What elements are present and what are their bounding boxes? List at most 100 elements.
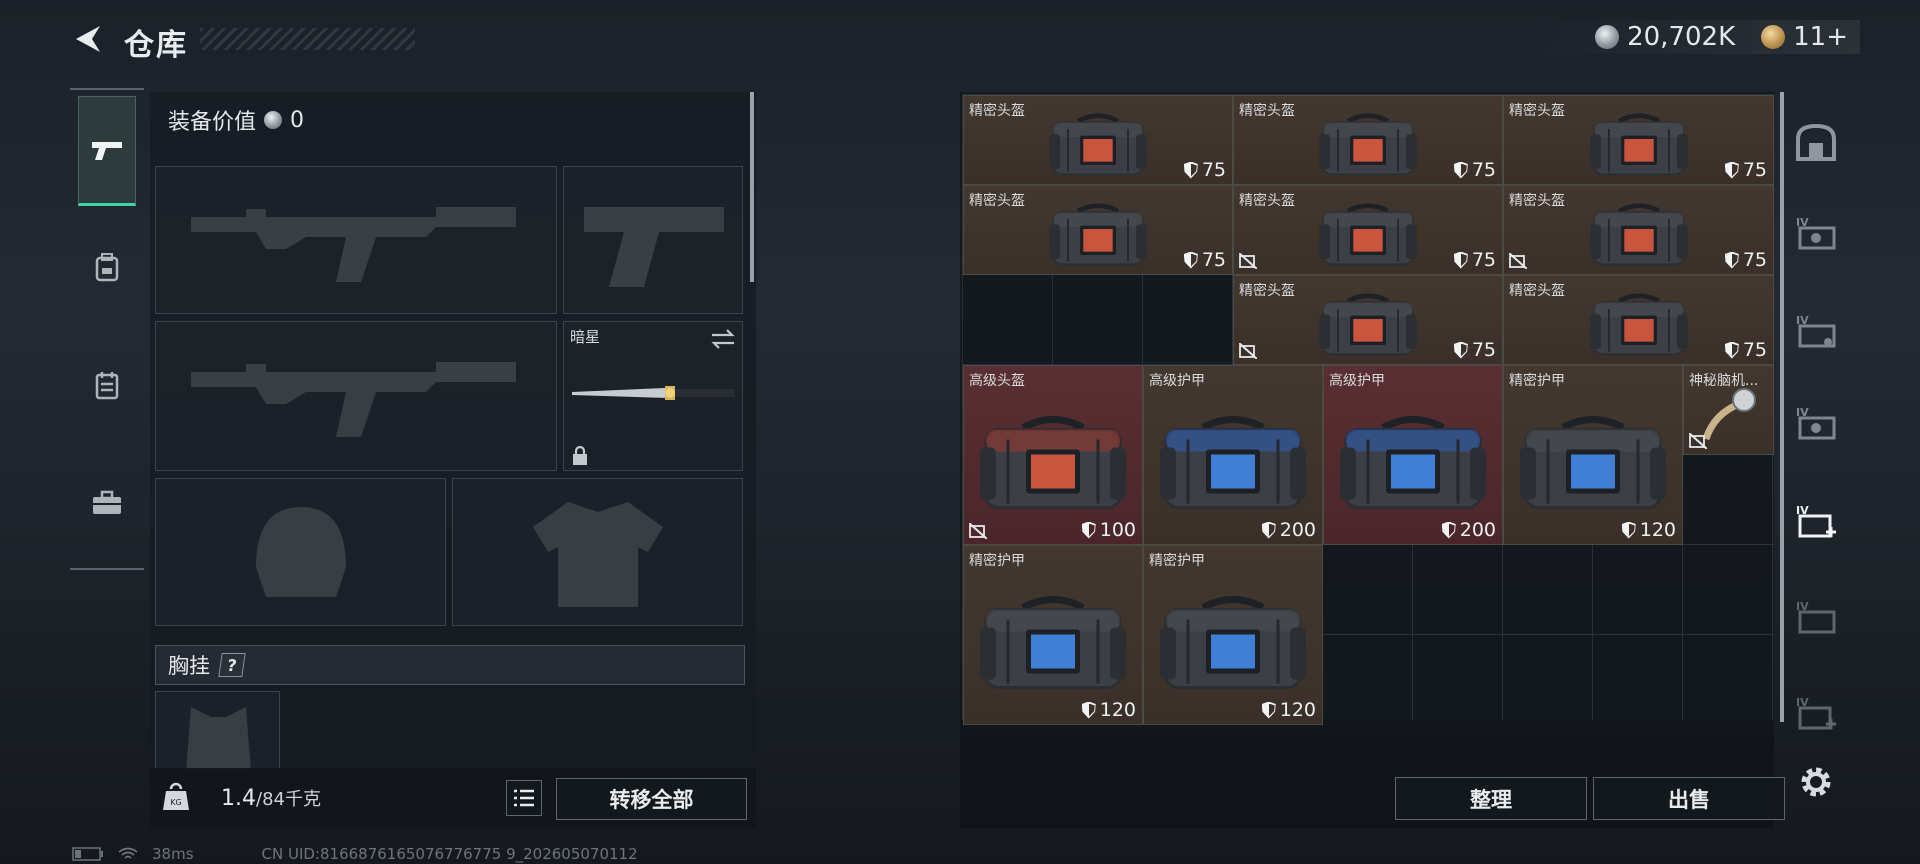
settings-button[interactable] xyxy=(1790,756,1842,808)
storage-item[interactable]: 精密头盔 75 xyxy=(963,185,1233,275)
tab-weapons[interactable] xyxy=(78,96,136,206)
sort-button[interactable]: 整理 xyxy=(1395,777,1587,820)
storage-item[interactable]: 精密头盔 75 xyxy=(1233,95,1503,185)
storage-item-name: 精密头盔 xyxy=(1509,283,1565,299)
shield-icon xyxy=(1441,521,1456,539)
storage-page-6-button[interactable]: IV xyxy=(1790,688,1842,740)
storage-item[interactable]: 精密头盔 75 xyxy=(1503,95,1774,185)
storage-overview-button[interactable] xyxy=(1790,116,1842,168)
equipment-value-label: 装备价值 xyxy=(168,110,257,135)
gear-bag-image xyxy=(980,596,1126,690)
shield-icon xyxy=(1621,521,1636,539)
durability-number: 75 xyxy=(1471,339,1496,361)
storage-item[interactable]: 神秘脑机... xyxy=(1683,365,1774,455)
container-tier-add-icon: IV xyxy=(1796,696,1836,730)
storage-item-name: 神秘脑机... xyxy=(1689,373,1759,389)
gear-bag-image xyxy=(1160,596,1306,690)
durability-number: 120 xyxy=(1279,699,1316,721)
container-tier-icon: IV xyxy=(1796,600,1836,634)
battery-icon xyxy=(72,847,103,861)
svg-text:KG: KG xyxy=(170,798,181,807)
ping-text: 38ms xyxy=(152,845,194,863)
gear-icon xyxy=(1801,767,1831,797)
storage-item[interactable]: 精密头盔 75 xyxy=(1503,185,1774,275)
shield-icon xyxy=(1724,161,1739,179)
storage-item-name: 精密头盔 xyxy=(1239,103,1295,119)
shield-icon xyxy=(1453,251,1468,269)
storage-page-5-button[interactable]: IV xyxy=(1790,592,1842,644)
list-icon xyxy=(514,789,534,807)
transfer-all-button[interactable]: 转移全部 xyxy=(556,778,747,820)
tab-armor[interactable] xyxy=(78,356,136,414)
storage-item[interactable]: 精密头盔 75 xyxy=(963,95,1233,185)
coin-icon xyxy=(264,111,283,129)
weight-readout: 1.4/84千克 xyxy=(221,785,321,811)
container-tier-icon: IV xyxy=(1796,314,1836,348)
chest-rig-header: 胸挂 ? xyxy=(155,645,745,685)
back-button[interactable] xyxy=(70,22,104,56)
gear-bag-image xyxy=(1319,112,1417,175)
gear-bag-image xyxy=(1049,112,1147,175)
shield-icon xyxy=(1453,341,1468,359)
shield-icon xyxy=(1183,161,1198,179)
storage-scrollbar[interactable] xyxy=(1780,92,1784,722)
sell-button[interactable]: 出售 xyxy=(1593,777,1785,820)
storage-item-name: 精密头盔 xyxy=(1239,283,1295,299)
medal-icon xyxy=(1761,25,1786,49)
storage-item[interactable]: 高级头盔 100 xyxy=(963,365,1143,545)
gear-bag-image xyxy=(1049,202,1147,265)
shield-icon xyxy=(1453,161,1468,179)
armor-slot[interactable] xyxy=(452,478,743,626)
storage-item[interactable]: 精密护甲 120 xyxy=(1503,365,1683,545)
storage-item[interactable]: 精密护甲 120 xyxy=(963,545,1143,725)
storage-item[interactable]: 精密头盔 75 xyxy=(1233,185,1503,275)
durability-value: 120 xyxy=(1081,699,1136,721)
storage-page-3-button[interactable]: IV xyxy=(1790,398,1842,450)
shield-icon xyxy=(1081,701,1096,719)
uninsured-icon xyxy=(1509,253,1527,269)
uid-text: CN UID:8166876165076776775 9_20260507011… xyxy=(261,845,638,863)
storage-item[interactable]: 精密护甲 120 xyxy=(1143,545,1323,725)
equipment-value-amount: 0 xyxy=(290,107,305,133)
title-stripe-decoration xyxy=(200,28,415,50)
gear-bag-image xyxy=(1589,292,1688,355)
durability-value: 100 xyxy=(1081,519,1136,541)
weight-max: /84千克 xyxy=(256,789,321,810)
durability-value: 75 xyxy=(1183,249,1226,271)
container-tier-icon: IV xyxy=(1796,216,1836,250)
helmet-silhouette-icon xyxy=(256,507,346,597)
coin-icon xyxy=(1595,25,1620,49)
primary-weapon-slot[interactable] xyxy=(155,166,557,314)
swap-icon[interactable] xyxy=(710,328,736,350)
helmet-slot[interactable] xyxy=(155,478,446,626)
tab-case[interactable] xyxy=(78,474,136,532)
shield-icon xyxy=(1724,341,1739,359)
tab-helmet[interactable] xyxy=(78,238,136,296)
container-tier-add-icon: IV xyxy=(1796,504,1836,538)
list-view-button[interactable] xyxy=(506,780,542,816)
secondary-weapon-slot[interactable] xyxy=(155,321,557,471)
pistol-icon xyxy=(92,142,122,160)
medal-amount: 11+ xyxy=(1793,22,1848,52)
uninsured-icon xyxy=(969,523,987,539)
melee-slot[interactable]: 暗星 xyxy=(563,321,743,471)
vault-icon xyxy=(1796,123,1836,161)
pistol-slot[interactable] xyxy=(563,166,743,314)
chest-rig-silhouette-icon xyxy=(186,707,251,772)
durability-number: 75 xyxy=(1742,159,1767,181)
gear-bag-image xyxy=(1160,416,1306,510)
equipment-scrollbar[interactable] xyxy=(750,92,754,282)
storage-item[interactable]: 高级护甲 200 xyxy=(1323,365,1503,545)
chest-rig-slot[interactable] xyxy=(155,691,280,772)
storage-item[interactable]: 精密头盔 75 xyxy=(1233,275,1503,365)
storage-page-2-button[interactable]: IV xyxy=(1790,306,1842,358)
storage-page-1-button[interactable]: IV xyxy=(1790,208,1842,260)
storage-item[interactable]: 高级护甲 200 xyxy=(1143,365,1323,545)
help-button[interactable]: ? xyxy=(218,653,246,677)
gear-bag-image xyxy=(1340,416,1486,510)
storage-item-name: 精密护甲 xyxy=(1509,373,1565,389)
storage-page-4-button[interactable]: IV xyxy=(1790,496,1842,548)
durability-value: 200 xyxy=(1441,519,1496,541)
equipment-tab-column xyxy=(70,88,144,570)
storage-item[interactable]: 精密头盔 75 xyxy=(1503,275,1774,365)
